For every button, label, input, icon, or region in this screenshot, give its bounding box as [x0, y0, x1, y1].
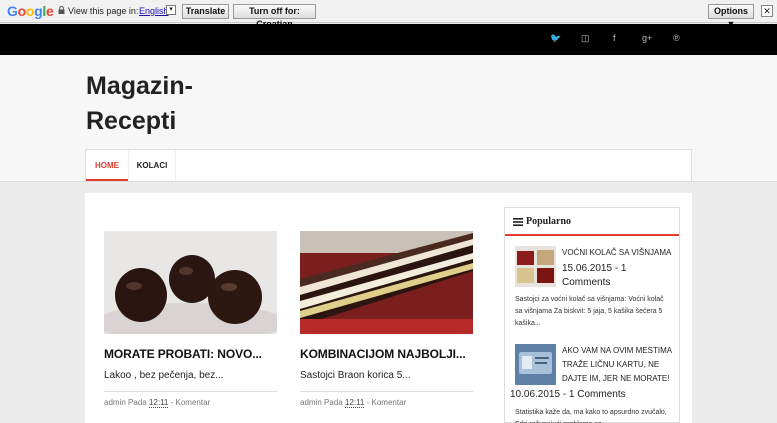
google-logo: Google — [7, 3, 54, 19]
divider — [300, 391, 473, 392]
post-image-cake[interactable] — [300, 231, 473, 334]
popular-date: 10.06.2015 - 1 Comments — [510, 389, 626, 400]
lock-icon — [58, 6, 65, 14]
post-comment-link[interactable]: Komentar — [176, 398, 211, 407]
popular-title[interactable]: AKO VAM NA OVIM MESTIMA TRAŽE LIČNU KART… — [562, 344, 677, 386]
post-time[interactable]: 12:11 — [344, 398, 365, 408]
divider — [104, 391, 277, 392]
post-comment-link[interactable]: Komentar — [372, 398, 407, 407]
post-card[interactable]: KOMBINACIJOM NAJBOLJI... Sastojci Braon … — [300, 231, 473, 408]
google-plus-icon[interactable]: g+ — [642, 33, 652, 43]
popular-desc: Statistika kaže da, ma kako to apsurdno … — [515, 409, 667, 423]
post-snippet: Sastojci Braon korica 5... — [300, 370, 411, 381]
post-meta: admin Pada 12:11 - Komentar — [104, 398, 211, 408]
translate-bar: Google View this page in: English ▾ Tran… — [0, 0, 777, 29]
popular-thumb[interactable] — [515, 246, 556, 287]
widget-header: Popularno — [505, 208, 679, 236]
post-author[interactable]: admin — [300, 398, 322, 407]
nav-kolaci[interactable]: KOLACI — [128, 150, 176, 181]
nav-home[interactable]: HOME — [86, 150, 128, 181]
widget-title: Popularno — [526, 216, 572, 227]
post-pada: Pada — [128, 398, 147, 407]
post-title[interactable]: KOMBINACIJOM NAJBOLJI... — [300, 347, 473, 361]
post-meta: admin Pada 12:11 - Komentar — [300, 398, 407, 408]
instagram-icon[interactable]: ◫ — [581, 33, 590, 44]
post-pada: Pada — [324, 398, 343, 407]
main-nav: HOME KOLACI — [85, 149, 692, 182]
top-bar: 🐦 ◫ f g+ ℗ — [0, 24, 777, 55]
popular-date: 15.06.2015 - 1 Comments — [562, 263, 627, 288]
post-snippet: Lakoo , bez pečenja, bez... — [104, 370, 224, 381]
site-title[interactable]: Magazin-Recepti — [86, 69, 226, 139]
popular-desc: Sastojci za voćni kolač sa višnjama: Voć… — [515, 296, 664, 327]
menu-icon — [513, 218, 523, 226]
close-icon[interactable]: ✕ — [761, 5, 773, 17]
post-author[interactable]: admin — [104, 398, 126, 407]
language-dropdown-icon[interactable]: ▾ — [166, 5, 176, 15]
post-title[interactable]: MORATE PROBATI: NOVO... — [104, 347, 277, 361]
popular-widget: Popularno VOĆNI KOLAČ SA VIŠNJAMA 15.06.… — [504, 207, 680, 423]
language-link[interactable]: English — [139, 6, 169, 16]
twitter-icon[interactable]: 🐦 — [550, 33, 561, 44]
view-page-label: View this page in: — [68, 6, 139, 16]
post-image-truffles[interactable] — [104, 231, 277, 334]
options-button[interactable]: Options ▼ — [708, 4, 754, 29]
turn-off-button[interactable]: Turn off for: Croatian — [233, 4, 316, 29]
pinterest-icon[interactable]: ℗ — [673, 33, 680, 43]
translate-button[interactable]: Translate — [182, 4, 229, 19]
popular-title[interactable]: VOĆNI KOLAČ SA VIŠNJAMA — [562, 246, 677, 260]
post-card[interactable]: MORATE PROBATI: NOVO... Lakoo , bez peče… — [104, 231, 277, 408]
popular-thumb[interactable] — [515, 344, 556, 385]
post-time[interactable]: 12:11 — [148, 398, 169, 408]
facebook-icon[interactable]: f — [613, 33, 616, 43]
